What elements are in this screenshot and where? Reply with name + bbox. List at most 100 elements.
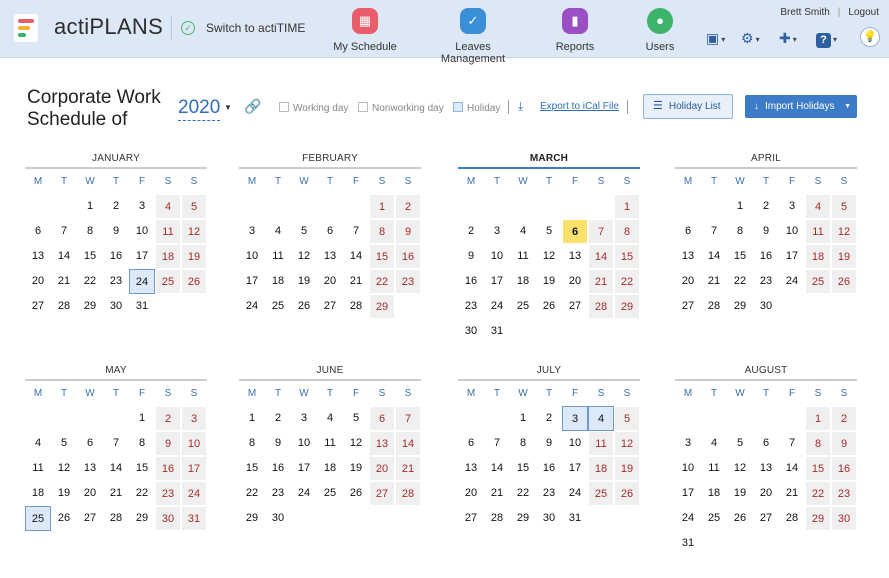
calendar-tools-menu[interactable]: ▣ ▾	[706, 30, 725, 47]
day-cell[interactable]: 18	[588, 456, 614, 481]
day-cell[interactable]: 31	[181, 506, 207, 531]
download-icon[interactable]: ⤓	[518, 99, 523, 114]
day-cell[interactable]: 3	[562, 406, 588, 431]
day-cell[interactable]: 14	[343, 244, 369, 269]
day-cell[interactable]: 18	[317, 456, 343, 481]
day-cell[interactable]: 1	[129, 406, 155, 431]
day-cell[interactable]: 10	[181, 431, 207, 456]
day-cell[interactable]: 21	[588, 269, 614, 294]
day-cell[interactable]: 13	[317, 244, 343, 269]
day-cell[interactable]: 19	[51, 481, 77, 506]
day-cell[interactable]: 23	[458, 294, 484, 319]
day-cell[interactable]: 14	[779, 456, 805, 481]
day-cell[interactable]: 1	[614, 194, 640, 219]
day-cell[interactable]: 2	[395, 194, 421, 219]
day-cell[interactable]: 11	[155, 219, 181, 244]
day-cell[interactable]: 14	[103, 456, 129, 481]
day-cell[interactable]: 27	[753, 506, 779, 531]
day-cell[interactable]: 12	[51, 456, 77, 481]
day-cell[interactable]: 28	[588, 294, 614, 319]
day-cell[interactable]: 1	[727, 194, 753, 219]
day-cell[interactable]: 18	[25, 481, 51, 506]
day-cell[interactable]: 26	[181, 269, 207, 294]
day-cell[interactable]: 26	[291, 294, 317, 319]
day-cell[interactable]: 23	[395, 269, 421, 294]
day-cell[interactable]: 20	[458, 481, 484, 506]
day-cell[interactable]: 12	[181, 219, 207, 244]
day-cell[interactable]: 16	[103, 244, 129, 269]
export-ical-link[interactable]: Export to iCal File	[540, 101, 619, 112]
day-cell[interactable]: 13	[562, 244, 588, 269]
day-cell[interactable]: 10	[675, 456, 701, 481]
switch-icon[interactable]: ✓	[181, 21, 195, 35]
day-cell[interactable]: 8	[369, 219, 395, 244]
day-cell[interactable]: 4	[155, 194, 181, 219]
day-cell[interactable]: 21	[484, 481, 510, 506]
day-cell[interactable]: 6	[458, 431, 484, 456]
day-cell[interactable]: 13	[25, 244, 51, 269]
day-cell[interactable]: 2	[753, 194, 779, 219]
caret-down-icon[interactable]: ▼	[224, 103, 232, 112]
day-cell[interactable]: 27	[458, 506, 484, 531]
day-cell[interactable]: 21	[395, 456, 421, 481]
day-cell[interactable]: 25	[317, 481, 343, 506]
day-cell[interactable]: 20	[25, 269, 51, 294]
day-cell[interactable]: 20	[369, 456, 395, 481]
day-cell[interactable]: 13	[753, 456, 779, 481]
day-cell[interactable]: 22	[805, 481, 831, 506]
day-cell[interactable]: 24	[129, 269, 155, 294]
addons-menu[interactable]: ✚ ▾	[779, 30, 797, 47]
day-cell[interactable]: 14	[395, 431, 421, 456]
day-cell[interactable]: 16	[265, 456, 291, 481]
day-cell[interactable]: 2	[103, 194, 129, 219]
day-cell[interactable]: 9	[103, 219, 129, 244]
day-cell[interactable]: 17	[239, 269, 265, 294]
day-cell[interactable]: 6	[675, 219, 701, 244]
day-cell[interactable]: 9	[753, 219, 779, 244]
day-cell[interactable]: 15	[510, 456, 536, 481]
day-cell[interactable]: 2	[155, 406, 181, 431]
day-cell[interactable]: 23	[103, 269, 129, 294]
day-cell[interactable]: 25	[25, 506, 51, 531]
day-cell[interactable]: 18	[805, 244, 831, 269]
day-cell[interactable]: 28	[103, 506, 129, 531]
day-cell[interactable]: 15	[614, 244, 640, 269]
day-cell[interactable]: 17	[779, 244, 805, 269]
day-cell[interactable]: 28	[395, 481, 421, 506]
day-cell[interactable]: 24	[675, 506, 701, 531]
day-cell[interactable]: 18	[701, 481, 727, 506]
day-cell[interactable]: 25	[805, 269, 831, 294]
day-cell[interactable]: 23	[753, 269, 779, 294]
day-cell[interactable]: 3	[239, 219, 265, 244]
day-cell[interactable]: 21	[779, 481, 805, 506]
day-cell[interactable]: 30	[458, 319, 484, 344]
day-cell[interactable]: 5	[536, 219, 562, 244]
day-cell[interactable]: 29	[510, 506, 536, 531]
day-cell[interactable]: 10	[129, 219, 155, 244]
day-cell[interactable]: 30	[265, 506, 291, 531]
day-cell[interactable]: 5	[181, 194, 207, 219]
day-cell[interactable]: 6	[562, 219, 588, 244]
nav-leaves-management[interactable]: ✓ Leaves Management	[423, 4, 523, 65]
import-holidays-button[interactable]: ↓ Import Holidays ▼	[745, 95, 857, 118]
day-cell[interactable]: 28	[343, 294, 369, 319]
actiplans-logo-icon[interactable]	[14, 14, 38, 42]
day-cell[interactable]: 31	[562, 506, 588, 531]
day-cell[interactable]: 11	[317, 431, 343, 456]
day-cell[interactable]: 25	[588, 481, 614, 506]
day-cell[interactable]: 25	[510, 294, 536, 319]
day-cell[interactable]: 12	[343, 431, 369, 456]
day-cell[interactable]: 29	[727, 294, 753, 319]
day-cell[interactable]: 28	[779, 506, 805, 531]
day-cell[interactable]: 8	[727, 219, 753, 244]
day-cell[interactable]: 14	[484, 456, 510, 481]
day-cell[interactable]: 17	[129, 244, 155, 269]
day-cell[interactable]: 27	[77, 506, 103, 531]
day-cell[interactable]: 29	[239, 506, 265, 531]
day-cell[interactable]: 24	[239, 294, 265, 319]
day-cell[interactable]: 7	[103, 431, 129, 456]
day-cell[interactable]: 20	[675, 269, 701, 294]
day-cell[interactable]: 2	[536, 406, 562, 431]
day-cell[interactable]: 29	[369, 294, 395, 319]
day-cell[interactable]: 25	[155, 269, 181, 294]
